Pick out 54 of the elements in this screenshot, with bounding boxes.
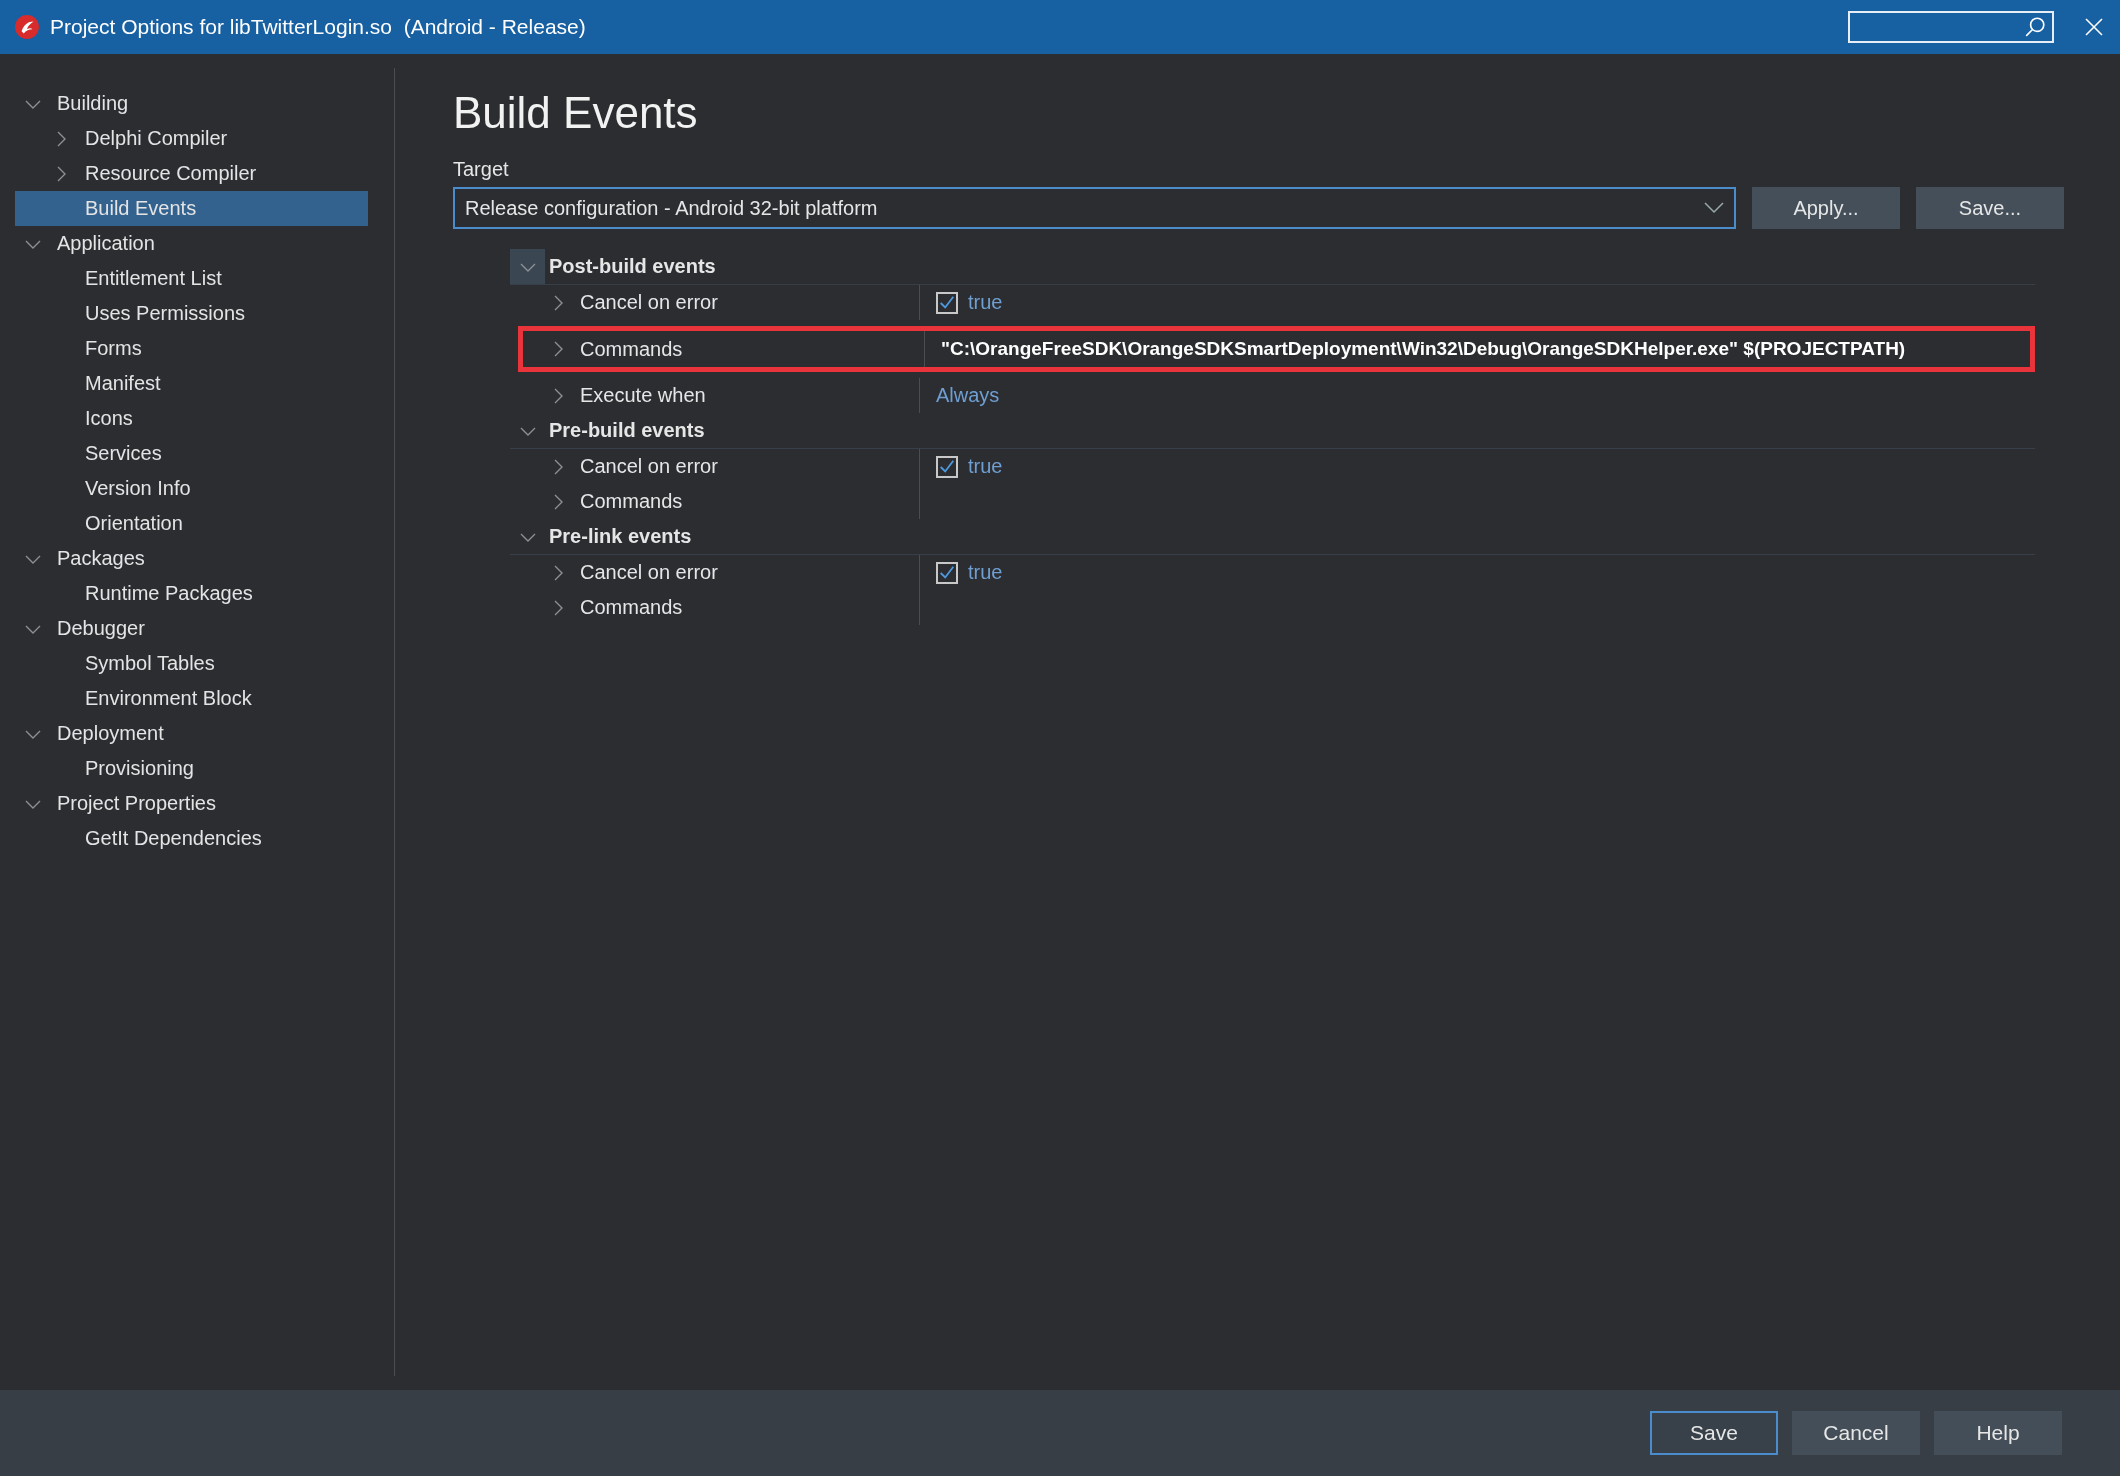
target-label: Target [453,158,510,181]
tree-item[interactable]: Project Properties [15,786,368,821]
category-label: Pre-build events [549,419,705,442]
tree-item[interactable]: Runtime Packages [15,576,368,611]
tree-item[interactable]: Deployment [15,716,368,751]
page-heading: Build Events [453,88,699,138]
property-value[interactable]: true [968,561,1003,584]
target-button[interactable]: Save... [1916,187,2064,229]
property-label: Commands [580,596,683,619]
checkbox[interactable] [936,455,958,478]
tree-item[interactable]: Entitlement List [15,261,368,296]
tree-item[interactable]: GetIt Dependencies [15,821,368,856]
tree-item[interactable]: Application [15,226,368,261]
property-value[interactable]: Always [936,384,1000,407]
caret-icon [1704,202,1724,214]
tree-item[interactable]: Debugger [15,611,368,646]
app-logo-icon [14,14,40,40]
target-dropdown[interactable]: Release configuration - Android 32-bit platform [453,187,1736,229]
tree-item[interactable]: Building [15,86,368,121]
target-button[interactable]: Apply... [1752,187,1900,229]
property-label: Cancel on error [580,455,718,478]
tree-item[interactable]: Version Info [15,471,368,506]
property-label: Commands [580,337,683,361]
tree-item[interactable]: Provisioning [15,751,368,786]
tree-item[interactable]: Orientation [15,506,368,541]
tree-item[interactable]: Resource Compiler [15,156,368,191]
property-label: Cancel on error [580,561,718,584]
tree-item[interactable]: Manifest [15,366,368,401]
category-label: Post-build events [549,255,716,278]
window-title: Project Options for libTwitterLogin.so (Android - Release) [50,15,587,39]
dialog-button[interactable]: Cancel [1792,1411,1920,1455]
close-icon[interactable] [2084,17,2104,37]
property-value[interactable]: true [968,291,1003,314]
tree-item[interactable]: Symbol Tables [15,646,368,681]
search-field[interactable] [1848,11,2054,43]
tree-item[interactable]: Packages [15,541,368,576]
search-icon [2024,16,2046,38]
tree-item[interactable]: Uses Permissions [15,296,368,331]
tree-item[interactable]: Icons [15,401,368,436]
property-label: Commands [580,490,683,513]
dialog-button[interactable]: Help [1934,1411,2062,1455]
tree-item[interactable]: Build Events [15,191,368,226]
property-label: Cancel on error [580,291,718,314]
checkbox[interactable] [936,291,958,314]
property-value[interactable]: "C:\OrangeFreeSDK\OrangeSDKSmartDeployment\Win32\Debug\OrangeSDKHelper.exe" $(PROJECTPATH) [941,338,1906,360]
tree-item[interactable]: Forms [15,331,368,366]
tree-item[interactable]: Environment Block [15,681,368,716]
property-label: Execute when [580,384,706,407]
property-value[interactable]: true [968,455,1003,478]
tree-item[interactable]: Delphi Compiler [15,121,368,156]
tree-item[interactable]: Services [15,436,368,471]
category-label: Pre-link events [549,525,692,548]
dialog-button[interactable]: Save [1650,1411,1778,1455]
checkbox[interactable] [936,561,958,584]
